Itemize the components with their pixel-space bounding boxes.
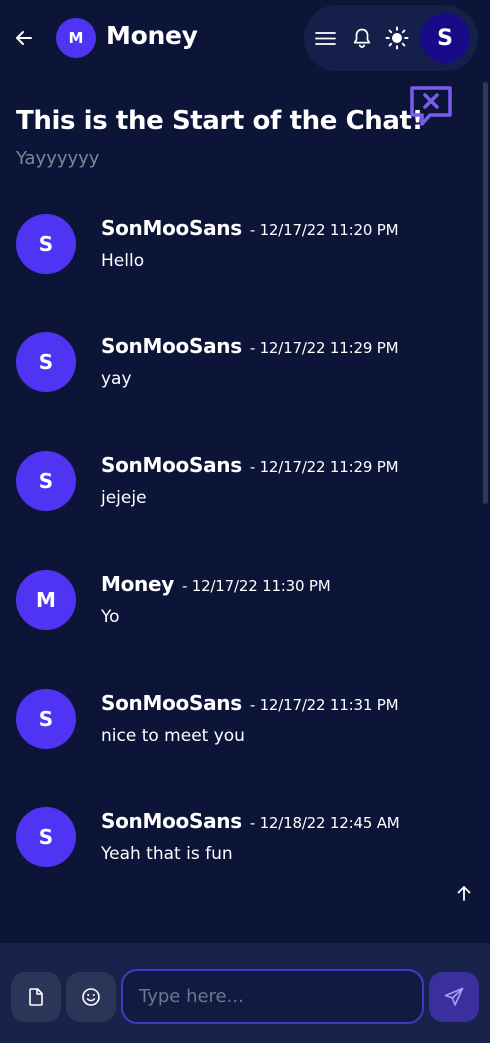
message-item: S SonMooSans - 12/17/22 11:29 PM jejeje [16,451,476,515]
message-timestamp: - 12/17/22 11:29 PM [249,339,399,357]
author-name[interactable]: SonMooSans [101,453,242,477]
message-item: S SonMooSans - 12/17/22 11:20 PM Hello [16,214,476,278]
emoji-button[interactable] [66,972,116,1022]
message-timestamp: - 12/17/22 11:30 PM [181,577,331,595]
message-item: S SonMooSans - 12/17/22 11:29 PM yay [16,332,476,396]
message-timestamp: - 12/17/22 11:20 PM [249,221,399,239]
chat-close-icon[interactable] [408,84,454,130]
message-author: SonMooSans - 12/17/22 11:29 PM [101,453,399,477]
message-author: SonMooSans - 12/17/22 11:29 PM [101,334,399,358]
author-name[interactable]: Money [101,572,174,596]
message-composer [0,943,490,1043]
arrow-up-icon[interactable] [453,882,475,904]
author-name[interactable]: SonMooSans [101,216,242,240]
user-avatar[interactable]: S [420,13,470,63]
message-avatar[interactable]: S [16,451,76,511]
chat-app: M Money S This is the Start of the Chat!… [0,0,490,1043]
message-avatar[interactable]: S [16,332,76,392]
message-timestamp: - 12/17/22 11:29 PM [249,458,399,476]
message-avatar[interactable]: S [16,214,76,274]
author-name[interactable]: SonMooSans [101,691,242,715]
scrollbar-thumb[interactable] [483,82,488,504]
message-author: Money - 12/17/22 11:30 PM [101,572,331,596]
channel-avatar: M [56,18,96,58]
send-icon [444,987,464,1006]
hamburger-menu-icon[interactable] [315,28,336,49]
header: M Money S [0,0,490,78]
message-text: yay [101,369,132,389]
bell-icon[interactable] [352,27,372,49]
message-item: S SonMooSans - 12/18/22 12:45 AM Yeah tha… [16,807,476,871]
message-timestamp: - 12/17/22 11:31 PM [249,696,399,714]
back-arrow-icon[interactable] [12,26,36,50]
message-avatar[interactable]: S [16,689,76,749]
message-text: jejeje [101,488,147,508]
message-text: Hello [101,251,145,271]
message-input[interactable] [121,969,424,1024]
message-item: S SonMooSans - 12/17/22 11:31 PM nice to … [16,689,476,753]
message-author: SonMooSans - 12/18/22 12:45 AM [101,809,400,833]
attach-file-button[interactable] [11,972,61,1022]
send-button[interactable] [429,972,479,1022]
smiley-icon [82,988,100,1006]
message-text: nice to meet you [101,726,245,746]
chat-start-subtitle: Yayyyyyy [16,148,100,169]
message-author: SonMooSans - 12/17/22 11:31 PM [101,691,399,715]
message-author: SonMooSans - 12/17/22 11:20 PM [101,216,399,240]
message-timestamp: - 12/18/22 12:45 AM [249,814,400,832]
author-name[interactable]: SonMooSans [101,809,242,833]
message-item: M Money - 12/17/22 11:30 PM Yo [16,570,476,634]
message-avatar[interactable]: S [16,807,76,867]
message-avatar[interactable]: M [16,570,76,630]
message-text: Yo [101,607,120,627]
author-name[interactable]: SonMooSans [101,334,242,358]
sun-icon[interactable] [385,26,409,50]
channel-title: Money [106,21,198,50]
chat-start-title: This is the Start of the Chat! [16,106,424,136]
message-text: Yeah that is fun [101,844,233,864]
file-icon [29,988,43,1006]
